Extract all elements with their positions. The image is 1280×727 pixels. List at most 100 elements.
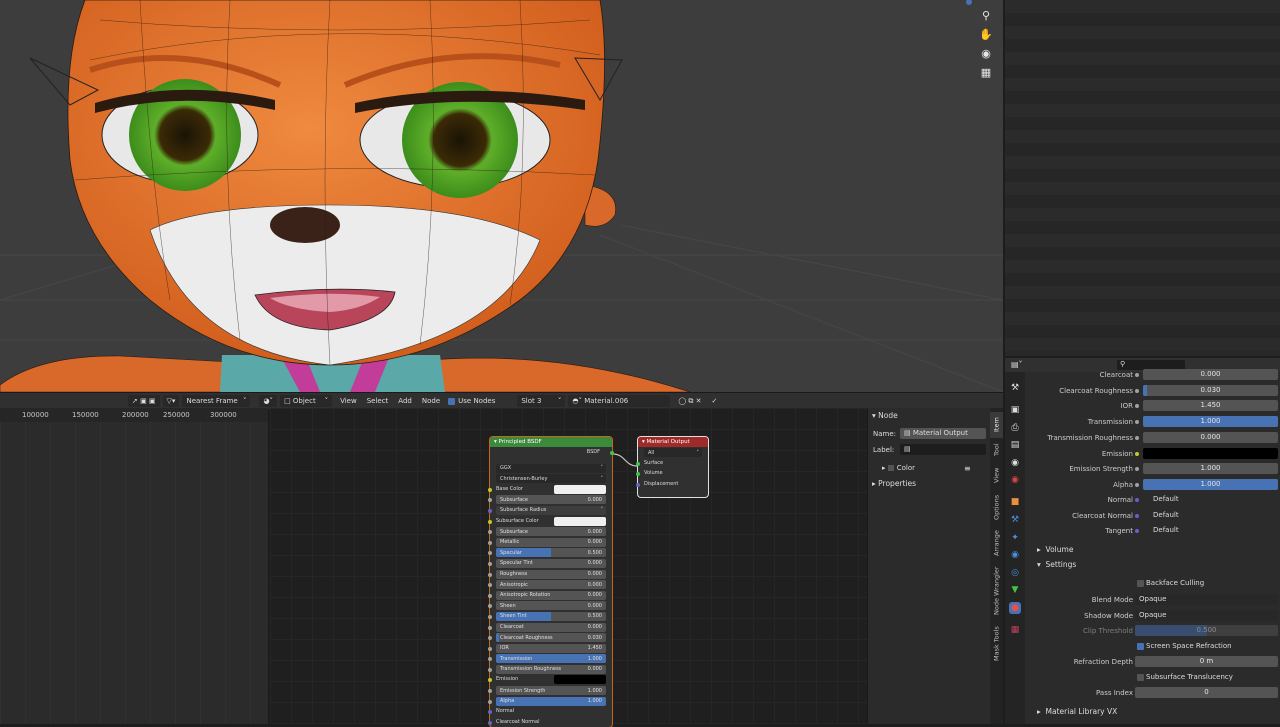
input-socket[interactable] <box>488 530 492 535</box>
socket-dot[interactable] <box>1135 404 1139 409</box>
input-socket[interactable] <box>488 487 492 492</box>
pass-index-field[interactable]: 0 <box>1135 687 1278 698</box>
object-mode-select[interactable]: □ Object ˅ <box>280 395 333 407</box>
field-clearcoat[interactable]: Clearcoat 0.000 <box>488 622 612 633</box>
link-field[interactable]: Default <box>1143 494 1278 505</box>
color-field[interactable] <box>1143 447 1278 459</box>
field-transmission-roughness[interactable]: Transmission Roughness 0.000 <box>488 664 612 675</box>
input-socket[interactable] <box>488 667 492 672</box>
bsdf-output-socket[interactable] <box>610 451 614 455</box>
field-clearcoat-roughness[interactable]: Clearcoat Roughness 0.030 <box>488 632 612 643</box>
field-roughness[interactable]: Roughness 0.000 <box>488 569 612 580</box>
constraints-icon[interactable]: ◎ <box>1009 567 1021 579</box>
value-field[interactable]: 0.000 <box>1143 369 1278 380</box>
menu-view[interactable]: View <box>335 397 362 405</box>
grid-icon[interactable]: ▦ <box>977 63 995 81</box>
field-alpha[interactable]: Alpha 1.000 <box>488 696 612 707</box>
menu-select[interactable]: Select <box>362 397 394 405</box>
modifier-icon[interactable]: ⚒ <box>1009 514 1021 526</box>
ssr-checkbox[interactable] <box>1137 643 1144 650</box>
material-icon[interactable]: ● <box>1009 602 1021 614</box>
field-anisotropic-rotation[interactable]: Anisotropic Rotation 0.000 <box>488 590 612 601</box>
menu-node[interactable]: Node <box>417 397 445 405</box>
use-nodes-checkbox[interactable]: Use Nodes <box>448 397 495 405</box>
volume-socket[interactable] <box>636 472 640 477</box>
world-icon[interactable]: ◉ <box>1009 474 1021 486</box>
settings-panel[interactable]: ▾ Settings <box>1025 558 1280 572</box>
tab-item[interactable]: Item <box>990 412 1003 438</box>
value-field[interactable]: 0.030 <box>1143 384 1278 396</box>
camera-icon[interactable]: ◉ <box>977 44 995 62</box>
link-field[interactable]: Default <box>1143 509 1278 521</box>
value-field[interactable]: 1.000 <box>1143 416 1278 428</box>
subsurface-method-select[interactable]: Christensen-Burley ˅ <box>496 474 606 484</box>
tab-arrange[interactable]: Arrange <box>990 526 1003 560</box>
pin-icon[interactable]: ✓ <box>707 397 723 405</box>
socket-dot[interactable] <box>1135 467 1139 472</box>
tool-icon[interactable]: ⚒ <box>1009 382 1021 394</box>
input-socket[interactable] <box>488 583 492 588</box>
input-socket[interactable] <box>488 636 492 641</box>
properties-section-header[interactable]: ▸ Properties <box>872 479 916 488</box>
input-socket[interactable] <box>488 604 492 609</box>
field-ior[interactable]: IOR 1.450 <box>488 643 612 654</box>
socket-dot[interactable] <box>1135 451 1139 456</box>
object-icon[interactable]: ■ <box>1009 496 1021 508</box>
tab-options[interactable]: Options <box>990 492 1003 522</box>
node-section-header[interactable]: ▾ Node <box>872 411 898 420</box>
field-sheen-tint[interactable]: Sheen Tint 0.500 <box>488 611 612 622</box>
field-subsurface[interactable]: Subsurface 0.000 <box>488 494 612 505</box>
field-subsurface[interactable]: Subsurface 0.000 <box>488 526 612 537</box>
node-label-input[interactable]: ▤ <box>900 444 986 455</box>
field-sheen[interactable]: Sheen 0.000 <box>488 600 612 611</box>
input-socket[interactable] <box>488 593 492 598</box>
input-socket[interactable] <box>488 519 492 524</box>
data-icon[interactable]: ▼ <box>1009 584 1021 596</box>
physics-icon[interactable]: ◉ <box>1009 549 1021 561</box>
node-canvas[interactable]: ▾ Principled BSDF BSDF GGX ˅ Christensen-… <box>270 408 867 727</box>
render-icon[interactable]: ▣ <box>1009 404 1021 416</box>
material-action-icons[interactable]: ◯ ⧉ ✕ <box>673 397 706 406</box>
field-specular[interactable]: Specular 0.500 <box>488 547 612 558</box>
displacement-socket[interactable] <box>636 482 640 487</box>
target-select[interactable]: All ˅ <box>644 448 702 457</box>
field-specular-tint[interactable]: Specular Tint 0.000 <box>488 558 612 569</box>
slot-select[interactable]: Slot 3 ˅ <box>517 395 566 407</box>
subsurface-color-swatch[interactable] <box>554 516 606 526</box>
link-field[interactable]: Default <box>1143 525 1278 537</box>
socket-dot[interactable] <box>1135 482 1139 487</box>
input-socket[interactable] <box>488 720 492 725</box>
output-icon[interactable]: ⎙ <box>1009 422 1021 434</box>
field-emission-strength[interactable]: Emission Strength 1.000 <box>488 685 612 696</box>
clip-threshold-field[interactable]: 0.500 <box>1135 625 1278 636</box>
editor-type-icon[interactable]: ▤˅ <box>1011 360 1023 369</box>
subsurface-translucency-checkbox[interactable] <box>1137 674 1144 681</box>
base-color-swatch[interactable] <box>554 484 606 494</box>
distribution-select[interactable]: GGX ˅ <box>496 463 606 473</box>
outliner[interactable] <box>1005 0 1280 356</box>
emission-color-swatch[interactable] <box>554 675 606 685</box>
socket-dot[interactable] <box>1135 513 1139 518</box>
tab-mask-tools[interactable]: Mask Tools <box>990 622 1003 666</box>
socket-dot[interactable] <box>1135 373 1139 377</box>
input-socket[interactable] <box>488 614 492 619</box>
input-socket[interactable] <box>488 678 492 683</box>
node-header[interactable]: ▾ Principled BSDF <box>490 437 612 447</box>
color-subpanel[interactable]: ▸ Color <box>882 464 915 472</box>
particles-icon[interactable]: ✦ <box>1009 532 1021 544</box>
zoom-icon[interactable]: ⚲ <box>977 6 995 24</box>
timeline-area[interactable]: 100000 150000 200000 250000 300000 <box>0 408 268 724</box>
input-socket[interactable] <box>488 551 492 556</box>
editor-type-icon[interactable]: ◕˅ <box>259 395 278 407</box>
input-socket[interactable] <box>488 572 492 577</box>
principled-bsdf-node[interactable]: ▾ Principled BSDF BSDF GGX ˅ Christensen-… <box>488 437 614 727</box>
volume-panel[interactable]: ▸ Volume <box>1025 543 1280 557</box>
material-select[interactable]: ◓˅ Material.006 <box>568 395 671 407</box>
field-subsurface-radius[interactable]: Subsurface Radius ˅ <box>488 505 612 516</box>
node-name-input[interactable]: ▤ Material Output <box>900 428 986 439</box>
field-anisotropic[interactable]: Anisotropic 0.000 <box>488 579 612 590</box>
input-socket[interactable] <box>488 657 492 662</box>
blend-mode-select[interactable]: Opaque <box>1135 594 1278 605</box>
input-socket[interactable] <box>488 646 492 651</box>
tab-node-wrangler[interactable]: Node Wrangler <box>990 564 1003 618</box>
